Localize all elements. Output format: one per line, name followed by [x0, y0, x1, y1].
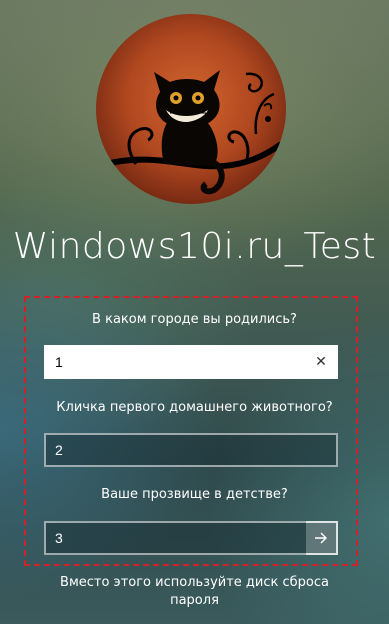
answer-input-3[interactable] [44, 521, 338, 555]
arrow-right-icon [315, 532, 327, 544]
security-question-2: Кличка первого домашнего животного? [56, 400, 333, 415]
user-avatar [96, 14, 286, 204]
answer-input-1[interactable] [44, 345, 338, 379]
answer-field-1[interactable]: ✕ [44, 345, 338, 379]
password-reset-disk-link[interactable]: Вместо этого используйте диск сброса пар… [40, 574, 349, 610]
reset-link-line-1: Вместо этого используйте диск сброса [60, 575, 329, 590]
answer-input-2[interactable] [44, 433, 338, 467]
security-question-1: В каком городе вы родились? [92, 312, 297, 327]
security-question-3: Ваше прозвище в детстве? [101, 487, 288, 502]
submit-button[interactable] [306, 521, 338, 555]
clear-button[interactable]: ✕ [310, 345, 332, 379]
answer-field-3[interactable] [44, 521, 338, 555]
user-name: Windows10i.ru_Test [12, 226, 377, 267]
cheshire-cat-image [105, 70, 283, 195]
answer-field-2[interactable] [44, 433, 338, 467]
close-icon: ✕ [315, 354, 327, 370]
reset-link-line-2: пароля [170, 593, 219, 608]
